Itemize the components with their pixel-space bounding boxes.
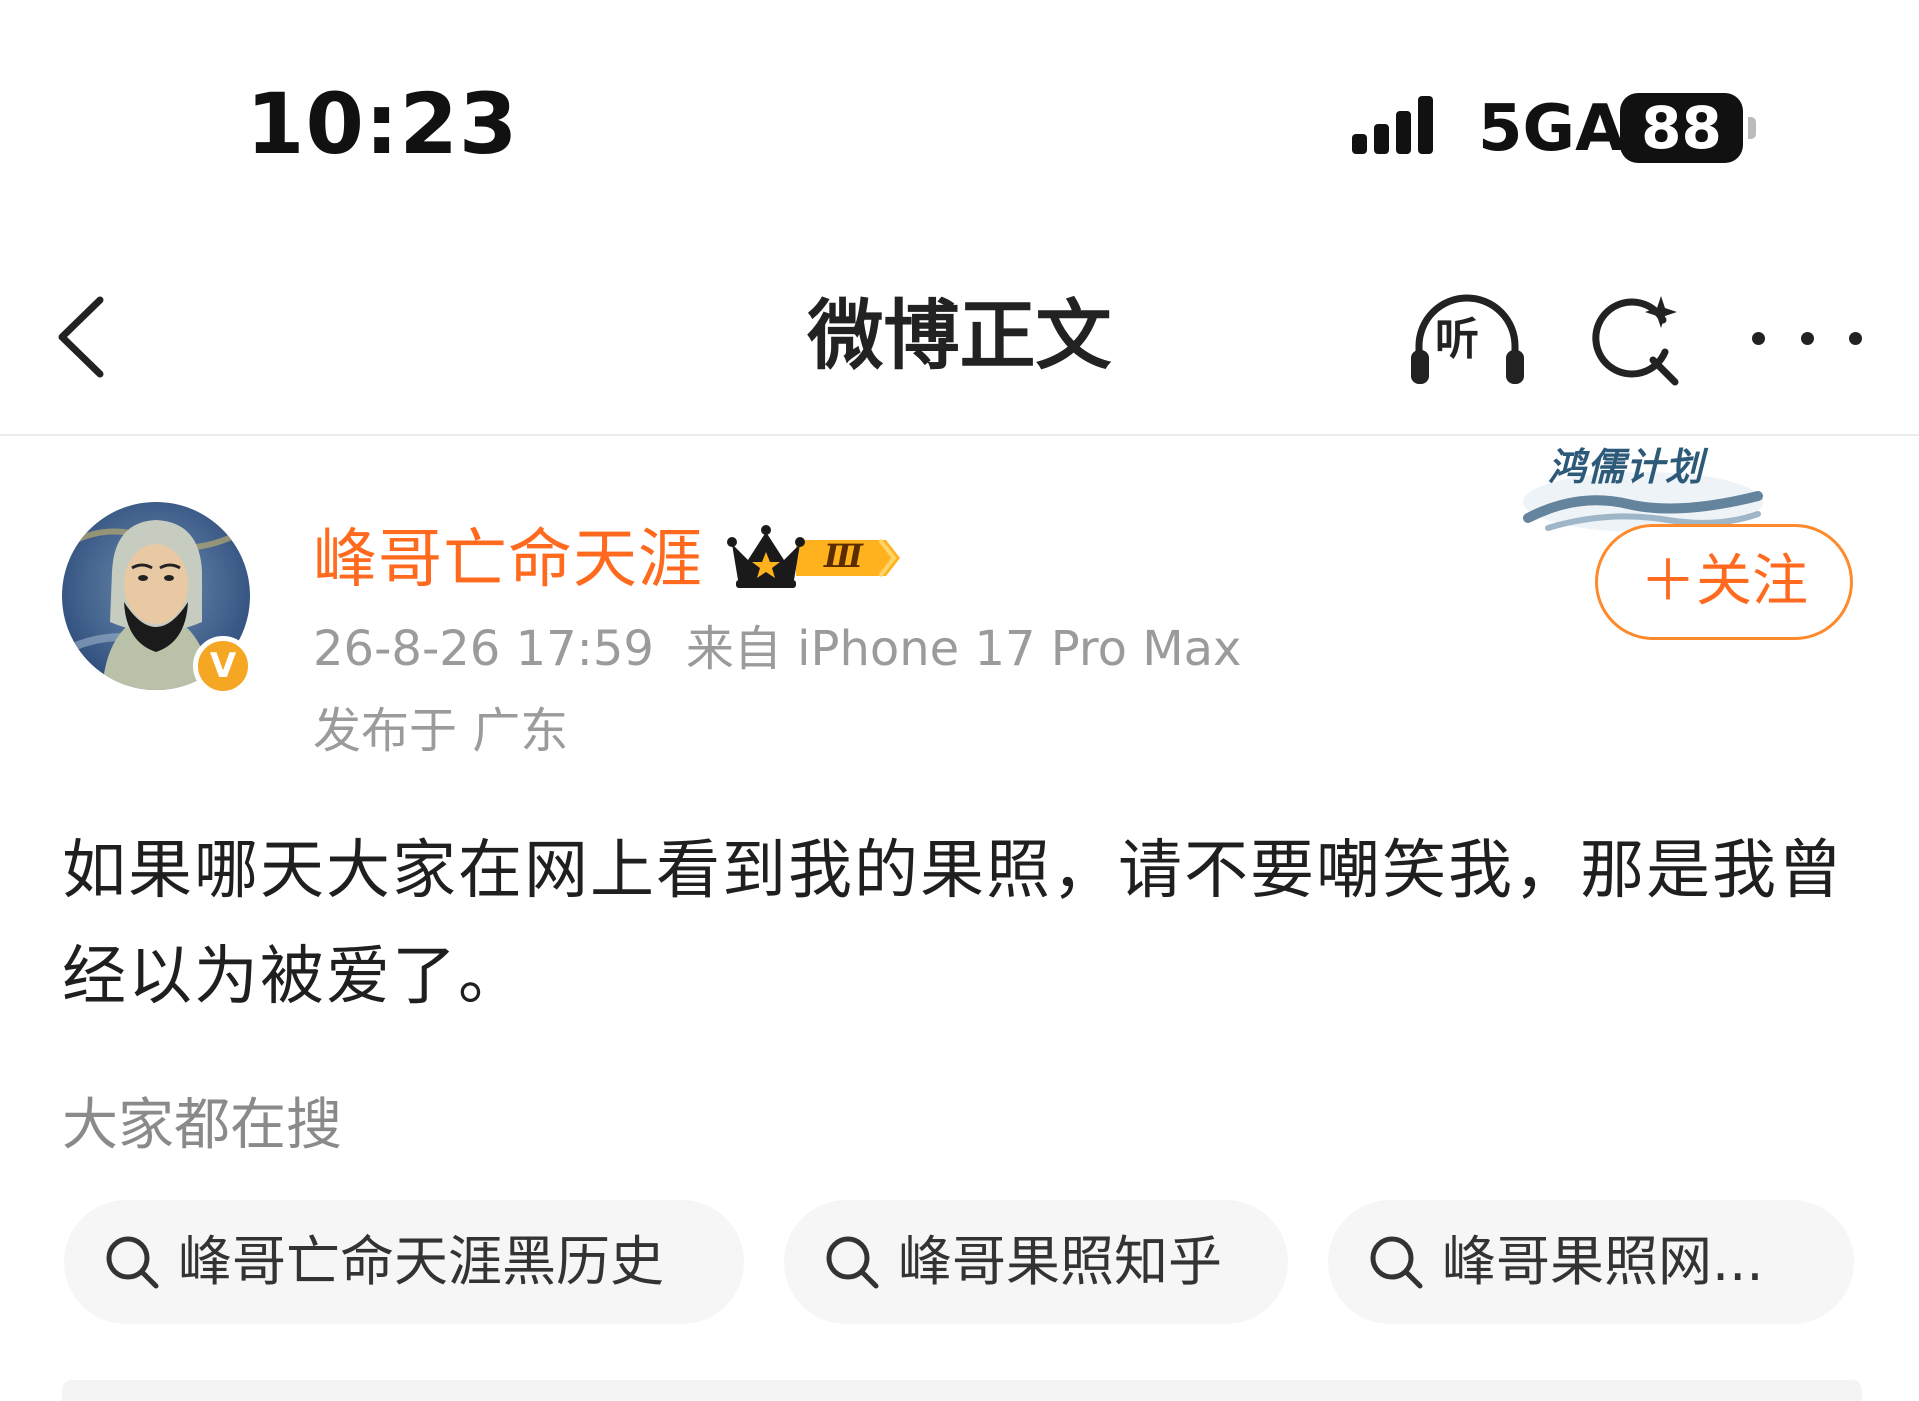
- search-icon: [1370, 1236, 1423, 1289]
- suggestion-chip[interactable]: 峰哥亡命天涯黑历史: [64, 1200, 744, 1324]
- level-badge[interactable]: Ⅲ: [726, 522, 901, 592]
- next-section-edge: [62, 1380, 1862, 1401]
- weibo-post-screen: 10:23 5GA 88 微博正文 听 V 峰哥亡命天涯 Ⅲ 26-8-26 1…: [0, 0, 1919, 1401]
- nav-divider: [0, 434, 1919, 436]
- battery-indicator: 88: [1620, 93, 1743, 163]
- suggestion-chip[interactable]: 峰哥果照知乎: [784, 1200, 1288, 1324]
- battery-cap: [1748, 117, 1756, 139]
- level-text: Ⅲ: [824, 537, 863, 575]
- post-meta: 26-8-26 17:59 来自 iPhone 17 Pro Max: [313, 623, 1241, 676]
- ai-search-icon: [1592, 296, 1679, 386]
- signal-bars-icon: [1352, 96, 1433, 154]
- more-dot: [1849, 331, 1862, 345]
- status-time: 10:23: [246, 75, 519, 173]
- search-icon: [106, 1236, 159, 1289]
- suggestion-chip[interactable]: 峰哥果照网...: [1328, 1200, 1854, 1324]
- post-date: 26-8-26 17:59: [313, 621, 654, 677]
- verified-v-icon: V: [193, 636, 253, 696]
- post-source: 来自 iPhone 17 Pro Max: [685, 621, 1242, 677]
- more-dot: [1752, 331, 1765, 345]
- more-button[interactable]: [1752, 318, 1862, 358]
- author-name[interactable]: 峰哥亡命天涯: [313, 525, 703, 596]
- plan-label: 鸿儒计划: [1548, 445, 1705, 489]
- verified-label: V: [209, 646, 237, 686]
- crown-icon: [727, 525, 900, 588]
- ai-search-button[interactable]: [1585, 290, 1685, 390]
- battery-level: 88: [1641, 94, 1722, 162]
- suggestion-label: 峰哥果照网...: [1442, 1230, 1764, 1293]
- follow-button[interactable]: ＋关注: [1595, 524, 1853, 640]
- network-type: 5GA: [1478, 92, 1625, 166]
- post-location: 发布于 广东: [313, 703, 569, 759]
- suggestion-label: 峰哥亡命天涯黑历史: [178, 1230, 664, 1293]
- post-content: 如果哪天大家在网上看到我的果照，请不要嘲笑我，那是我曾经以为被爱了。: [62, 834, 1844, 1014]
- search-icon: [826, 1236, 879, 1289]
- listen-label: 听: [1435, 314, 1479, 365]
- listen-button[interactable]: 听: [1405, 288, 1530, 388]
- suggestions-title: 大家都在搜: [62, 1093, 342, 1158]
- suggestion-label: 峰哥果照知乎: [898, 1230, 1222, 1293]
- more-dot: [1800, 331, 1814, 345]
